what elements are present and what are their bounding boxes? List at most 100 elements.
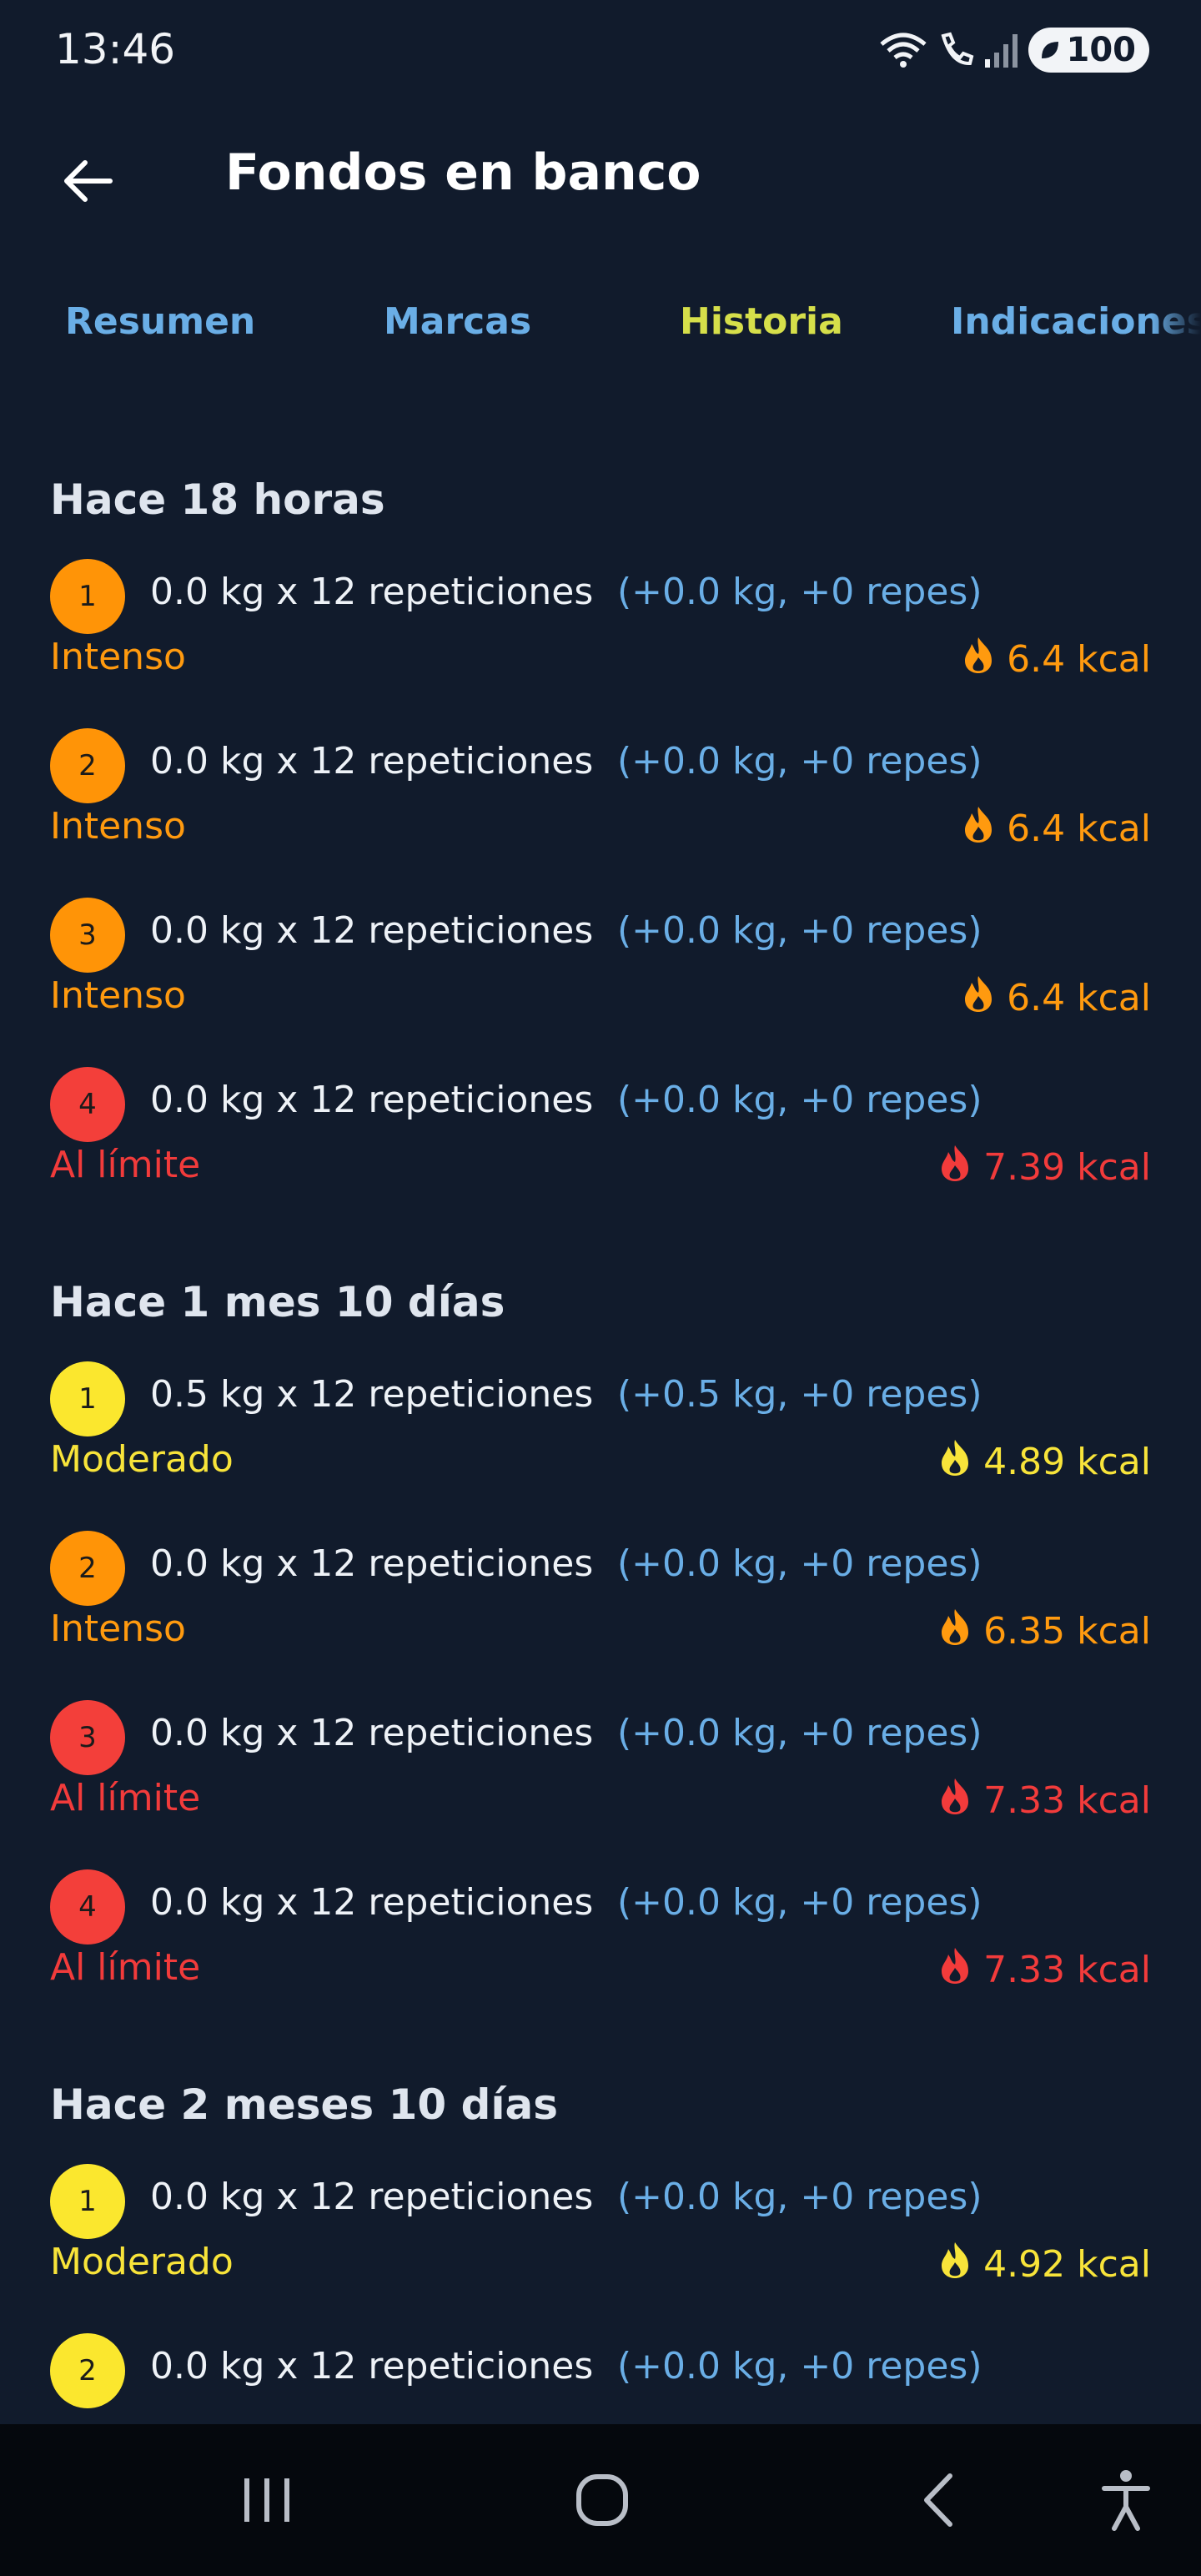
set-weight-reps: 0.0 kg x 12 repeticiones [150, 1712, 594, 1754]
nav-back-button[interactable] [897, 2463, 980, 2538]
set-row[interactable]: 2 0.0 kg x 12 repeticiones (+0.0 kg, +0 re… [50, 1531, 1151, 1614]
set-weight-reps: 0.0 kg x 12 repeticiones [150, 1542, 594, 1585]
set-row[interactable]: 1 0.0 kg x 12 repeticiones (+0.0 kg, +0 re… [50, 559, 1151, 642]
battery-indicator: 100 [1028, 28, 1149, 73]
set-delta: (+0.0 kg, +0 repes) [617, 2345, 982, 2387]
signal-icon [983, 29, 1020, 71]
battery-level: 100 [1066, 31, 1137, 69]
tab-resumen[interactable]: Resumen [65, 300, 255, 343]
set-meta-row: Intenso 6.4 kcal [50, 805, 1151, 863]
set-delta: (+0.0 kg, +0 repes) [617, 1712, 982, 1754]
set-row[interactable]: 4 0.0 kg x 12 repeticiones (+0.0 kg, +0 re… [50, 1869, 1151, 1953]
flame-icon [938, 1144, 972, 1191]
set-weight-reps: 0.0 kg x 12 repeticiones [150, 1079, 594, 1121]
set-delta: (+0.5 kg, +0 repes) [617, 1373, 982, 1416]
set-row[interactable]: 2 0.0 kg x 12 repeticiones (+0.0 kg, +0 re… [50, 728, 1151, 812]
tabs-fade [1151, 300, 1201, 367]
kcal-text: 7.33 kcal [983, 1779, 1151, 1822]
set-delta: (+0.0 kg, +0 repes) [617, 1542, 982, 1585]
kcal-text: 4.89 kcal [983, 1441, 1151, 1483]
set-delta: (+0.0 kg, +0 repes) [617, 909, 982, 952]
kcal-text: 6.4 kcal [1007, 977, 1151, 1019]
set-number-badge: 1 [50, 1361, 125, 1436]
status-bar: 13:46 100 [0, 0, 1201, 100]
set-weight-reps: 0.0 kg x 12 repeticiones [150, 2176, 594, 2218]
intensity-label: Moderado [50, 2241, 234, 2283]
intensity-label: Intenso [50, 636, 186, 678]
intensity-label: Intenso [50, 1607, 186, 1650]
section-title: Hace 2 meses 10 días [50, 2080, 559, 2129]
set-weight-reps: 0.0 kg x 12 repeticiones [150, 909, 594, 952]
status-time: 13:46 [55, 25, 176, 73]
page-title: Fondos en banco [225, 143, 701, 202]
home-icon [576, 2474, 628, 2526]
accessibility-icon [1102, 2470, 1150, 2531]
set-number-badge: 3 [50, 1700, 125, 1775]
back-button[interactable] [50, 143, 125, 219]
navigation-bar [0, 2424, 1201, 2576]
kcal-value: 6.4 kcal [962, 636, 1151, 683]
back-icon [924, 2473, 952, 2527]
set-meta-row: Intenso 6.35 kcal [50, 1607, 1151, 1666]
flame-icon [962, 805, 995, 853]
kcal-text: 6.4 kcal [1007, 808, 1151, 850]
flame-icon [938, 1438, 972, 1486]
kcal-text: 6.4 kcal [1007, 638, 1151, 681]
kcal-value: 7.33 kcal [938, 1777, 1151, 1824]
intensity-label: Al límite [50, 1777, 201, 1819]
set-meta-row: Al límite 7.33 kcal [50, 1777, 1151, 1835]
kcal-text: 7.39 kcal [983, 1146, 1151, 1189]
tab-marcas[interactable]: Marcas [384, 300, 531, 343]
set-delta: (+0.0 kg, +0 repes) [617, 2176, 982, 2218]
set-row[interactable]: 3 0.0 kg x 12 repeticiones (+0.0 kg, +0 re… [50, 898, 1151, 981]
flame-icon [938, 1777, 972, 1824]
accessibility-button[interactable] [1084, 2463, 1168, 2538]
kcal-value: 7.33 kcal [938, 1946, 1151, 1994]
kcal-text: 7.33 kcal [983, 1949, 1151, 1991]
set-number-badge: 2 [50, 2333, 125, 2408]
set-delta: (+0.0 kg, +0 repes) [617, 1079, 982, 1121]
status-icons: 100 [878, 25, 1149, 75]
set-number-badge: 4 [50, 1067, 125, 1142]
set-meta-row: Intenso 6.4 kcal [50, 636, 1151, 694]
set-number-badge: 1 [50, 559, 125, 634]
kcal-value: 4.92 kcal [938, 2241, 1151, 2288]
set-number-badge: 3 [50, 898, 125, 973]
set-row[interactable]: 4 0.0 kg x 12 repeticiones (+0.0 kg, +0 re… [50, 1067, 1151, 1150]
recent-apps-icon [244, 2478, 289, 2522]
set-weight-reps: 0.0 kg x 12 repeticiones [150, 2345, 594, 2387]
home-button[interactable] [560, 2463, 644, 2538]
section-title: Hace 1 mes 10 días [50, 1278, 505, 1326]
battery-leaf-icon [1038, 38, 1062, 62]
set-delta: (+0.0 kg, +0 repes) [617, 740, 982, 782]
set-number-badge: 1 [50, 2164, 125, 2239]
set-meta-row: Al límite 7.39 kcal [50, 1144, 1151, 1202]
wifi-calling-icon [878, 29, 928, 71]
set-row[interactable]: 1 0.0 kg x 12 repeticiones (+0.0 kg, +0 re… [50, 2164, 1151, 2247]
kcal-text: 6.35 kcal [983, 1610, 1151, 1653]
kcal-text: 4.92 kcal [983, 2243, 1151, 2286]
kcal-value: 6.4 kcal [962, 805, 1151, 853]
set-meta-row: Al límite 7.33 kcal [50, 1946, 1151, 2005]
set-row[interactable]: 2 0.0 kg x 12 repeticiones (+0.0 kg, +0 re… [50, 2333, 1151, 2417]
flame-icon [962, 636, 995, 683]
kcal-value: 4.89 kcal [938, 1438, 1151, 1486]
flame-icon [938, 1946, 972, 1994]
set-row[interactable]: 3 0.0 kg x 12 repeticiones (+0.0 kg, +0 re… [50, 1700, 1151, 1784]
set-row[interactable]: 1 0.5 kg x 12 repeticiones (+0.5 kg, +0 re… [50, 1361, 1151, 1445]
tab-bar: Resumen Marcas Historia Indicaciones [0, 300, 1201, 367]
arrow-left-icon [64, 160, 113, 202]
recent-apps-button[interactable] [225, 2463, 309, 2538]
kcal-value: 7.39 kcal [938, 1144, 1151, 1191]
set-number-badge: 4 [50, 1869, 125, 1945]
intensity-label: Intenso [50, 805, 186, 848]
set-number-badge: 2 [50, 1531, 125, 1606]
flame-icon [938, 1607, 972, 1655]
set-number-badge: 2 [50, 728, 125, 803]
intensity-label: Al límite [50, 1144, 201, 1186]
tab-historia[interactable]: Historia [680, 300, 843, 343]
intensity-label: Moderado [50, 1438, 234, 1481]
set-meta-row: Moderado 4.89 kcal [50, 1438, 1151, 1497]
set-delta: (+0.0 kg, +0 repes) [617, 1881, 982, 1924]
intensity-label: Al límite [50, 1946, 201, 1989]
